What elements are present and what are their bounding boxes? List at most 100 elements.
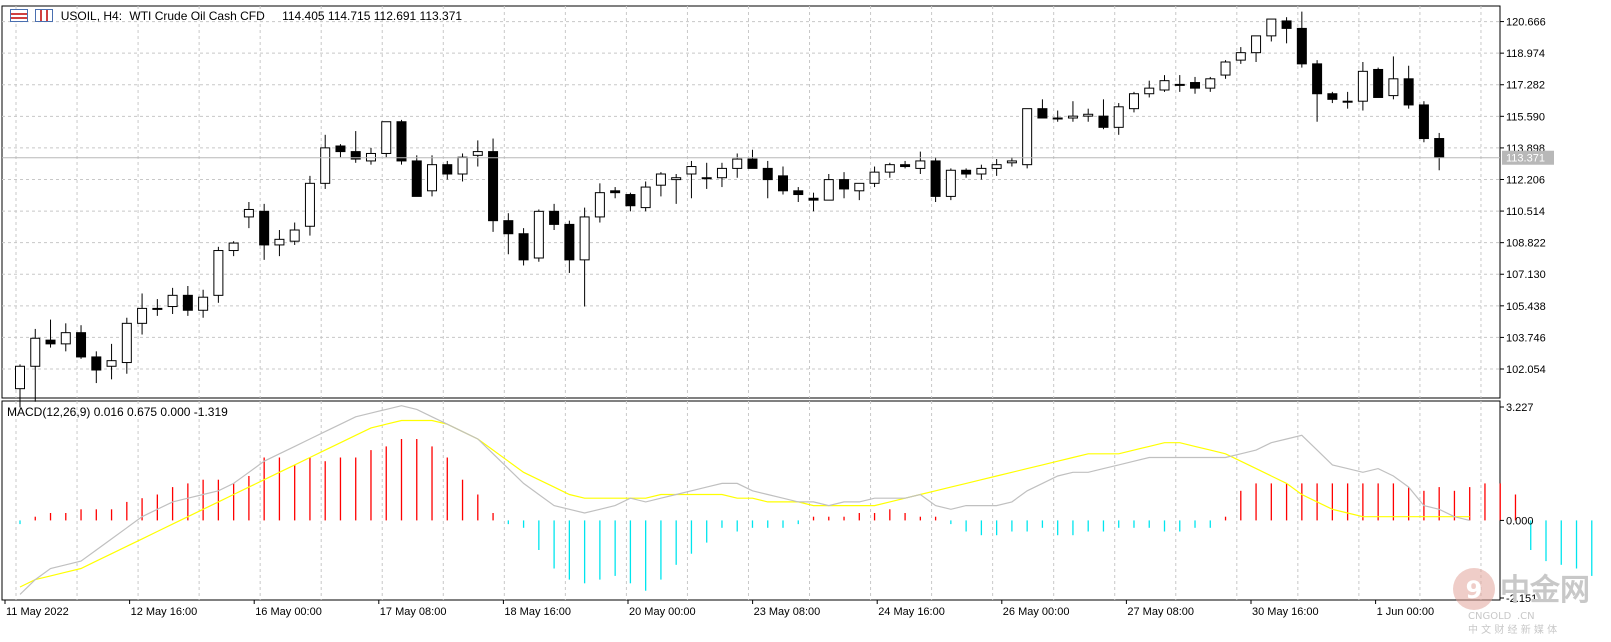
candle	[1266, 18, 1277, 42]
candle	[594, 183, 605, 223]
candle	[533, 209, 544, 262]
candle-body-bull	[60, 332, 71, 345]
candle-body-bull	[289, 229, 300, 242]
y-tick-label: 105.438	[1506, 301, 1546, 313]
candle	[381, 121, 392, 158]
candle-body-bull	[991, 164, 1002, 169]
candle	[1113, 103, 1124, 135]
candle-body-bull	[381, 121, 392, 154]
candle	[564, 220, 575, 273]
candle	[152, 299, 163, 316]
candle	[1083, 108, 1094, 122]
candle-body-bull	[1388, 78, 1399, 97]
candle	[1205, 76, 1216, 92]
candle	[472, 140, 483, 167]
candle-body-bull	[121, 322, 132, 364]
candle-body-bull	[427, 164, 438, 192]
candlestick-series	[15, 11, 1445, 408]
candle	[1006, 157, 1017, 167]
candle-body-bear	[808, 197, 819, 201]
chart-window-icon[interactable]	[10, 9, 28, 22]
ohlc-values: 114.405 114.715 112.691 113.371	[282, 9, 463, 23]
candle	[488, 138, 499, 232]
candle-body-bear	[778, 175, 788, 192]
candle	[839, 172, 850, 199]
candle-body-bull	[823, 179, 834, 201]
candle-body-bear	[335, 145, 346, 153]
candle-body-bear	[1403, 78, 1414, 106]
candle-body-bear	[442, 164, 453, 175]
y-tick-label: 103.746	[1506, 332, 1546, 344]
x-tick-label: 24 May 16:00	[878, 606, 945, 618]
candle	[701, 162, 712, 189]
candle	[1373, 67, 1384, 98]
candle-body-bear	[1418, 104, 1429, 140]
candle-body-bull	[533, 210, 544, 259]
candle-body-bull	[945, 169, 956, 197]
candle	[976, 164, 987, 180]
candle	[915, 151, 926, 174]
candle-body-bear	[762, 167, 773, 181]
candle	[1342, 91, 1353, 109]
candle	[30, 328, 41, 402]
candle	[823, 174, 834, 201]
candle-body-bear	[76, 332, 87, 358]
candle	[427, 155, 438, 197]
x-tick-label: 27 May 08:00	[1127, 606, 1194, 618]
candle-body-bear	[503, 220, 514, 235]
candle	[716, 162, 727, 188]
candle-body-bull	[1174, 83, 1185, 86]
candle-body-bear	[182, 294, 193, 311]
y-tick-label: 110.514	[1506, 206, 1545, 218]
candle	[121, 317, 132, 374]
candle	[1037, 99, 1048, 119]
candle-body-bull	[1159, 80, 1170, 91]
candle-body-bull	[304, 182, 315, 227]
x-tick-label: 30 May 16:00	[1252, 606, 1319, 618]
candle	[335, 144, 346, 158]
chart-properties-icon[interactable]	[35, 9, 54, 22]
candle	[1434, 132, 1445, 171]
candle	[854, 182, 865, 201]
macd-y-tick-label: 0.000	[1506, 515, 1534, 527]
y-tick-label: 107.130	[1506, 269, 1546, 281]
candle	[198, 289, 209, 318]
candle-body-bull	[1357, 70, 1368, 102]
candle	[60, 323, 71, 352]
candle-body-bear	[396, 121, 407, 162]
candle-body-bull	[915, 160, 926, 169]
candle-body-bull	[884, 164, 895, 173]
candle-body-bear	[1312, 63, 1323, 95]
candle	[182, 286, 193, 316]
candle-body-bear	[1296, 27, 1307, 65]
candle	[610, 187, 621, 199]
x-tick-label: 18 May 16:00	[504, 606, 571, 618]
candle-body-bear	[1098, 115, 1109, 128]
candle	[1144, 80, 1155, 98]
x-tick-label: 12 May 16:00	[131, 606, 198, 618]
candle-body-bull	[1113, 106, 1124, 128]
x-tick-label: 26 May 00:00	[1003, 606, 1070, 618]
candle-body-bear	[1281, 20, 1292, 29]
candle	[1174, 75, 1185, 92]
candle-body-bull	[1235, 52, 1246, 61]
candle-body-bull	[1342, 100, 1353, 103]
candle-body-bear	[1434, 138, 1445, 158]
y-tick-label: 108.822	[1506, 238, 1546, 250]
candle	[243, 202, 254, 229]
x-tick-label: 1 Jun 00:00	[1377, 606, 1435, 618]
candle	[1251, 35, 1262, 62]
macd-indicator	[19, 405, 1593, 595]
y-tick-label: 117.282	[1506, 80, 1545, 92]
candle	[411, 155, 422, 197]
candle	[640, 181, 651, 212]
chart-header: USOIL, H4: WTI Crude Oil Cash CFD 114.40…	[10, 9, 462, 23]
axes: 120.666118.974117.282115.590113.898112.2…	[2, 17, 1554, 618]
candle-body-bull	[472, 151, 483, 156]
candle	[304, 175, 315, 236]
candle	[655, 172, 666, 197]
grid	[1, 5, 1501, 601]
candle-body-bear	[747, 158, 758, 169]
macd-header: MACD(12,26,9) 0.016 0.675 0.000 -1.319	[7, 405, 228, 419]
watermark-logo-glyph: 9	[1466, 576, 1483, 604]
